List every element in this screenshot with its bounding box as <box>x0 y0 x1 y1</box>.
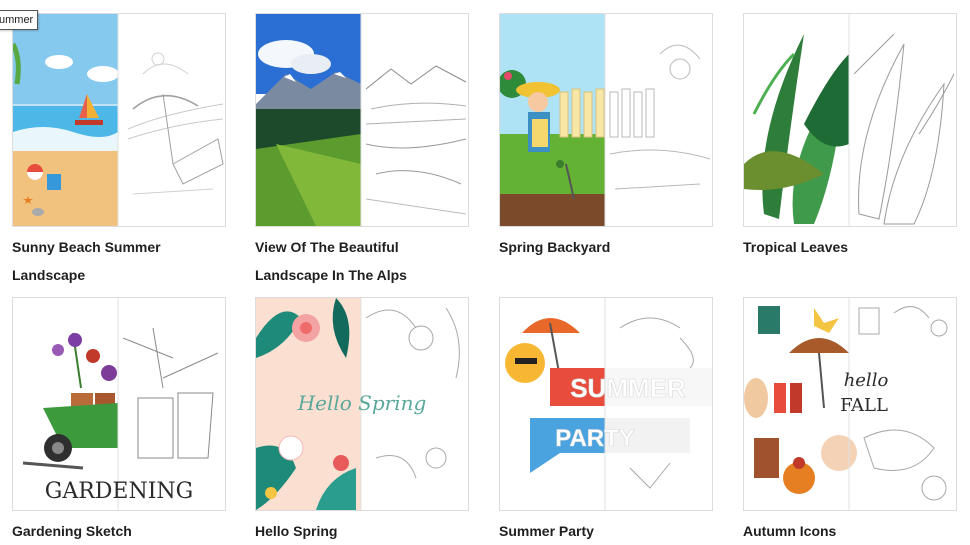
card-title[interactable]: Sunny Beach Summer Landscape <box>12 233 226 289</box>
card-thumbnail[interactable]: GARDENING <box>12 297 226 511</box>
art-text: Hello Spring <box>297 391 427 415</box>
card-title[interactable]: Tropical Leaves <box>743 233 957 261</box>
card-title[interactable]: Autumn Icons <box>743 517 957 545</box>
art-text-2: FALL <box>840 395 888 416</box>
card-thumbnail[interactable]: hello FALL <box>743 297 957 511</box>
card-title[interactable]: Summer Party <box>499 517 713 545</box>
art-text: GARDENING <box>45 479 194 504</box>
card-thumbnail[interactable] <box>12 13 226 227</box>
card-title[interactable]: Hello Spring <box>255 517 469 545</box>
card-thumbnail[interactable] <box>743 13 957 227</box>
card-thumbnail[interactable]: SUMMER PARTY <box>499 297 713 511</box>
art-text-2: PARTY <box>555 425 635 452</box>
card-summer-party[interactable]: SUMMER PARTY Summer Party <box>499 297 713 545</box>
card-title[interactable]: View Of The Beautiful Landscape In The A… <box>255 233 469 289</box>
card-thumbnail[interactable]: Hello Spring <box>255 297 469 511</box>
tooltip: ummer <box>0 10 39 30</box>
card-gardening-sketch[interactable]: GARDENING Gardening Sketch <box>12 297 226 545</box>
card-title[interactable]: Spring Backyard <box>499 233 713 261</box>
card-title[interactable]: Gardening Sketch <box>12 517 226 545</box>
card-autumn-icons[interactable]: hello FALL Autumn Icons <box>743 297 957 545</box>
card-spring-backyard[interactable]: Spring Backyard <box>499 13 713 261</box>
card-tropical-leaves[interactable]: Tropical Leaves <box>743 13 957 261</box>
art-text-1: SUMMER <box>570 373 686 403</box>
card-alps-landscape[interactable]: View Of The Beautiful Landscape In The A… <box>255 13 469 289</box>
card-thumbnail[interactable] <box>499 13 713 227</box>
card-thumbnail[interactable] <box>255 13 469 227</box>
card-hello-spring[interactable]: Hello Spring Hello Spring <box>255 297 469 545</box>
art-text-1: hello <box>844 370 889 391</box>
card-sunny-beach[interactable]: Sunny Beach Summer Landscape <box>12 13 226 289</box>
